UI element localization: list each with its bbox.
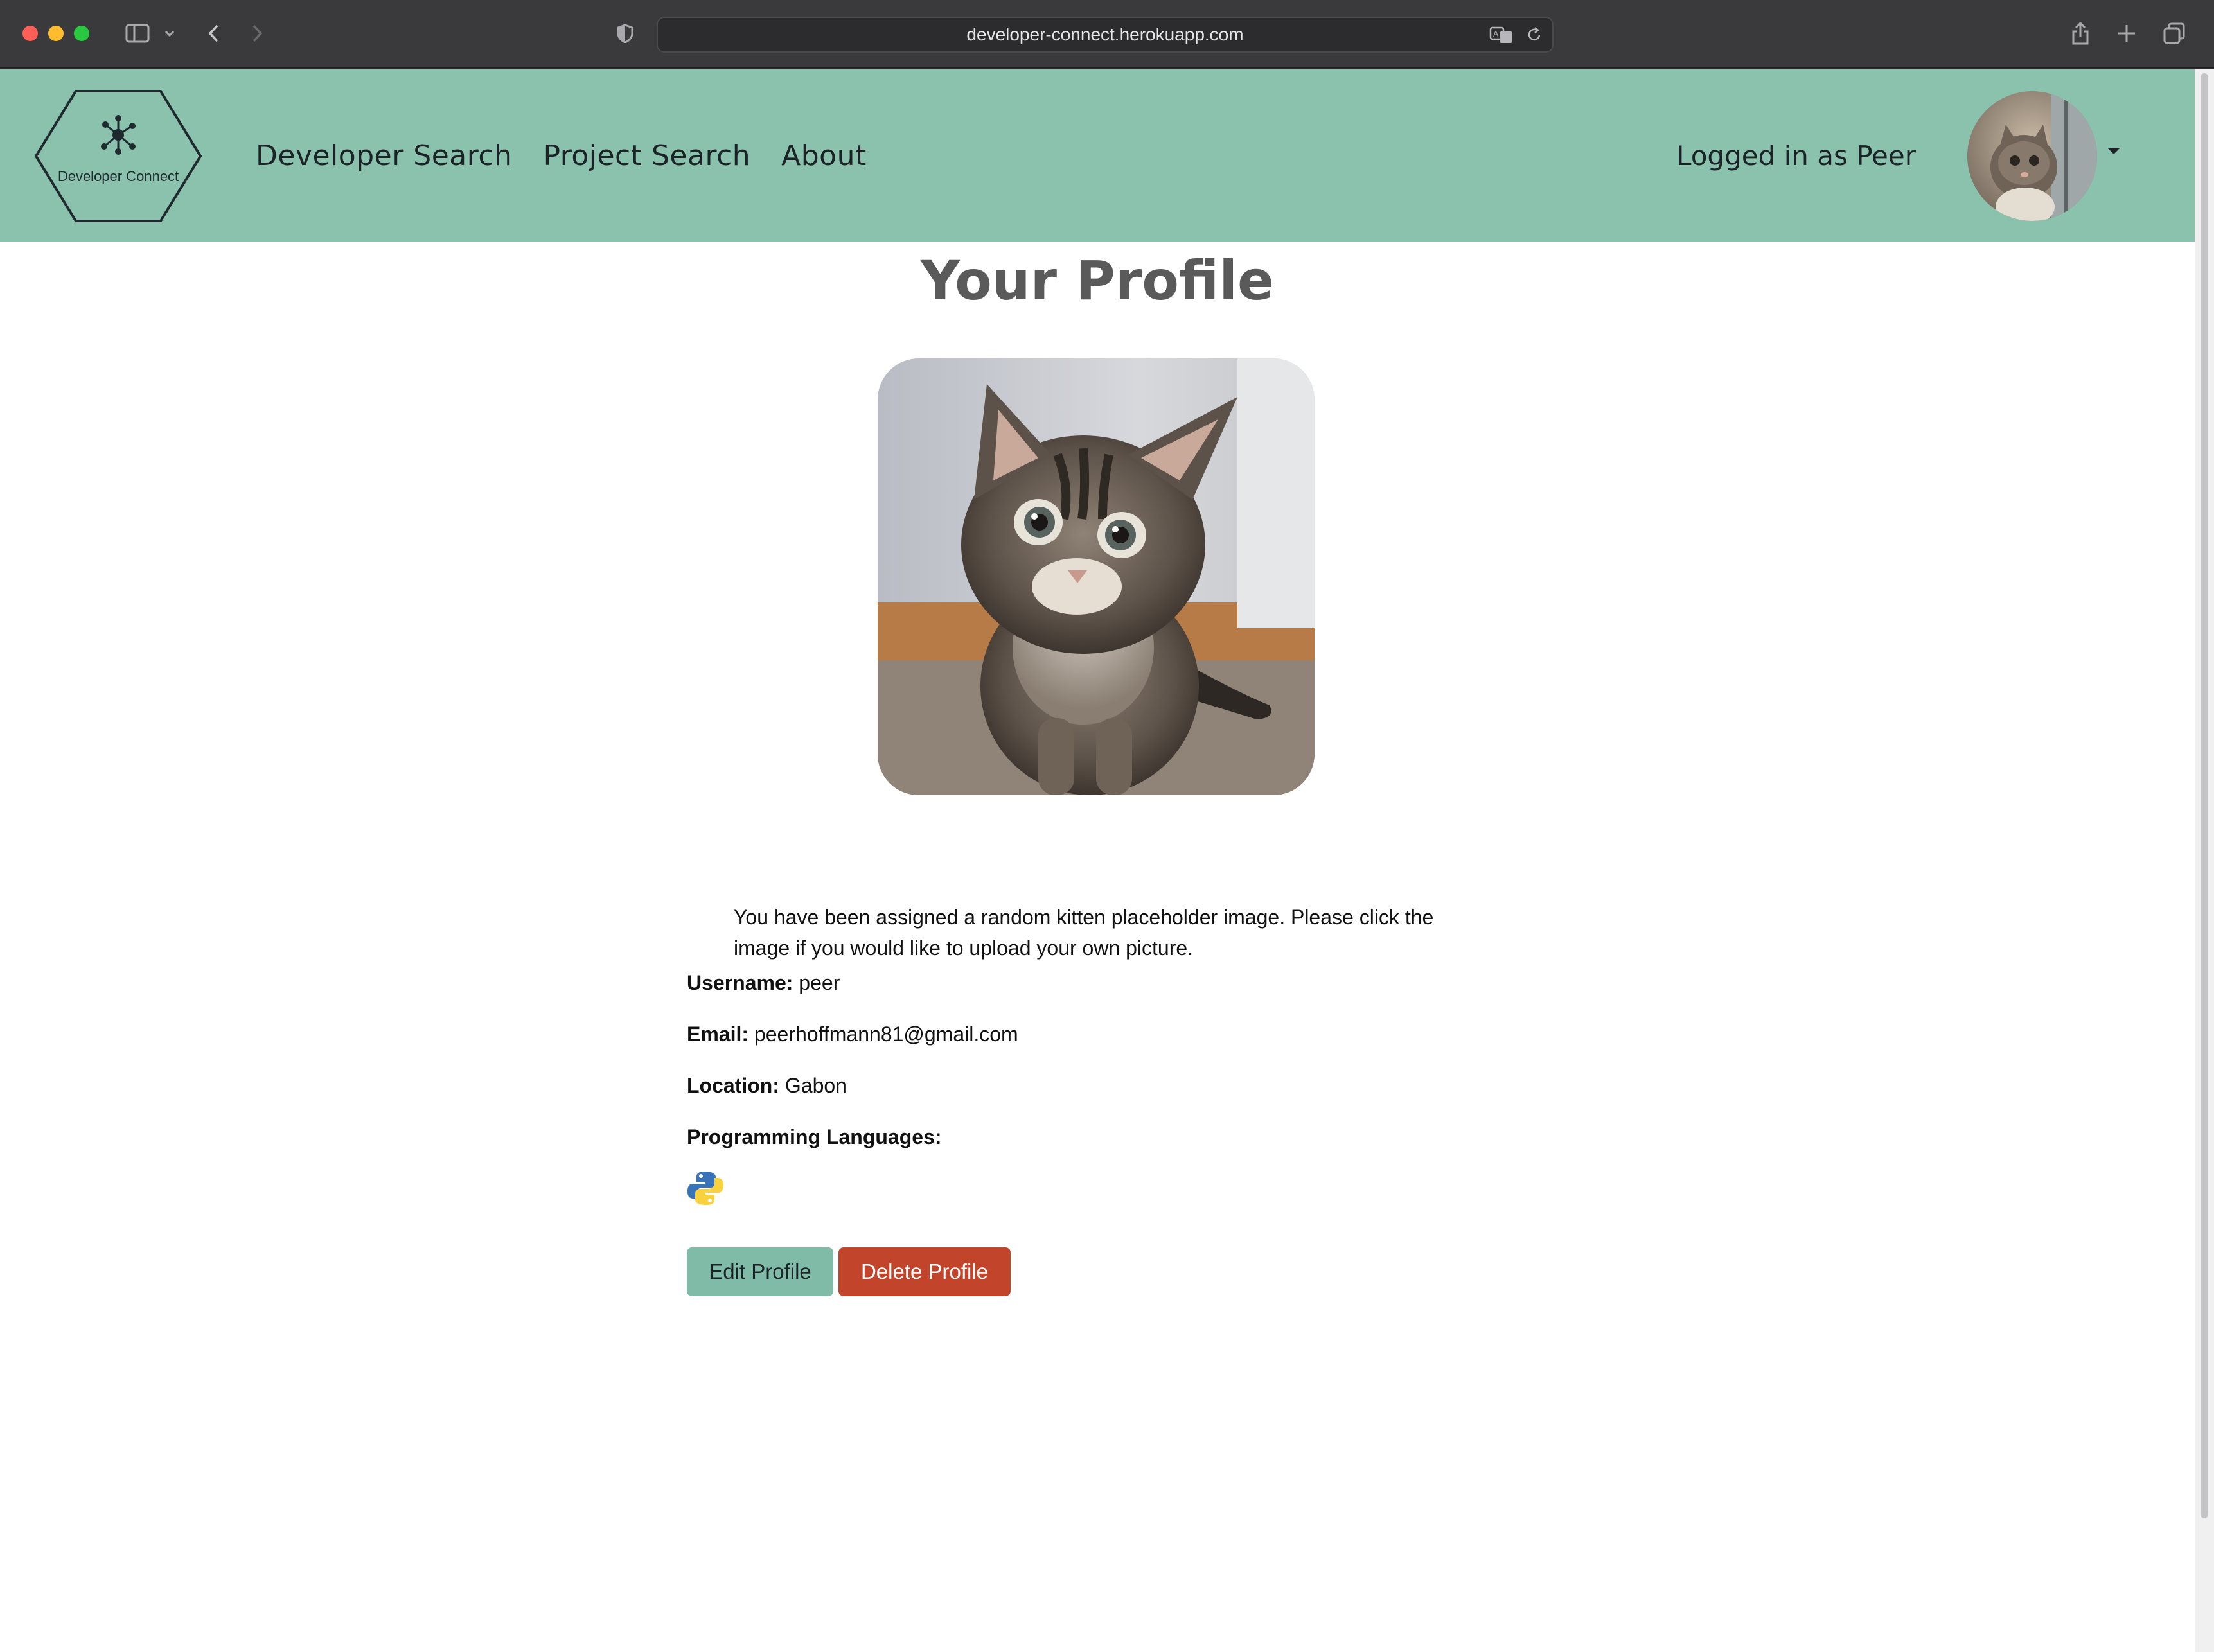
svg-text:A: A	[1493, 30, 1499, 39]
close-window-button[interactable]	[22, 26, 38, 41]
page-viewport: Developer Connect Developer Search Proje…	[0, 69, 2195, 1652]
logged-in-status: Logged in as Peer	[1676, 139, 1916, 171]
location-value: Gabon	[784, 1074, 847, 1097]
username-label: Username:	[687, 971, 793, 994]
email-label: Email:	[687, 1023, 749, 1046]
logo-text: Developer Connect	[57, 168, 179, 184]
site-logo[interactable]: Developer Connect	[33, 89, 203, 224]
address-bar[interactable]: developer-connect.herokuapp.com A	[657, 17, 1554, 53]
tab-overview-icon[interactable]	[2161, 18, 2187, 49]
share-icon[interactable]	[2068, 18, 2093, 49]
username-value: peer	[799, 971, 840, 994]
nav-links: Developer Search Project Search About	[256, 69, 867, 242]
email-row: Email: peerhoffmann81@gmail.com	[687, 1023, 1018, 1046]
logo-hexagon-icon	[34, 90, 202, 222]
python-icon	[686, 1169, 725, 1208]
placeholder-notice: You have been assigned a random kitten p…	[734, 906, 1434, 960]
user-menu-caret-icon[interactable]	[2107, 148, 2120, 154]
sidebar-toggle-icon[interactable]	[122, 18, 153, 49]
username-row: Username: peer	[687, 971, 840, 995]
url-text: developer-connect.herokuapp.com	[966, 24, 1244, 44]
new-tab-icon[interactable]	[2114, 18, 2139, 49]
page-title: Your Profile	[920, 249, 1275, 312]
delete-profile-button[interactable]: Delete Profile	[838, 1247, 1011, 1296]
page-scrollbar[interactable]	[2195, 69, 2214, 1652]
browser-toolbar: developer-connect.herokuapp.com A	[0, 0, 2214, 68]
languages-row: Programming Languages:	[687, 1125, 942, 1149]
nav-link-project-search[interactable]: Project Search	[543, 139, 750, 172]
chevron-down-icon[interactable]	[161, 18, 179, 49]
kitten-profile-image	[878, 358, 1315, 795]
scrollbar-thumb[interactable]	[2201, 73, 2208, 1518]
location-row: Location: Gabon	[687, 1074, 847, 1098]
kitten-avatar-image	[1967, 91, 2097, 221]
back-icon[interactable]	[202, 18, 224, 49]
maximize-window-button[interactable]	[74, 26, 89, 41]
forward-icon[interactable]	[247, 18, 269, 49]
translate-icon[interactable]: A	[1489, 18, 1515, 51]
minimize-window-button[interactable]	[48, 26, 64, 41]
privacy-shield-icon[interactable]	[614, 18, 636, 49]
location-label: Location:	[687, 1074, 779, 1097]
site-navbar: Developer Connect Developer Search Proje…	[0, 69, 2195, 242]
user-avatar[interactable]	[1967, 91, 2097, 221]
profile-picture[interactable]	[878, 358, 1315, 795]
email-value: peerhoffmann81@gmail.com	[754, 1023, 1018, 1046]
nav-link-developer-search[interactable]: Developer Search	[256, 139, 512, 172]
languages-label: Programming Languages:	[687, 1125, 942, 1148]
nav-link-about[interactable]: About	[781, 139, 867, 172]
edit-profile-button[interactable]: Edit Profile	[687, 1247, 833, 1296]
reload-icon[interactable]	[1525, 18, 1543, 51]
